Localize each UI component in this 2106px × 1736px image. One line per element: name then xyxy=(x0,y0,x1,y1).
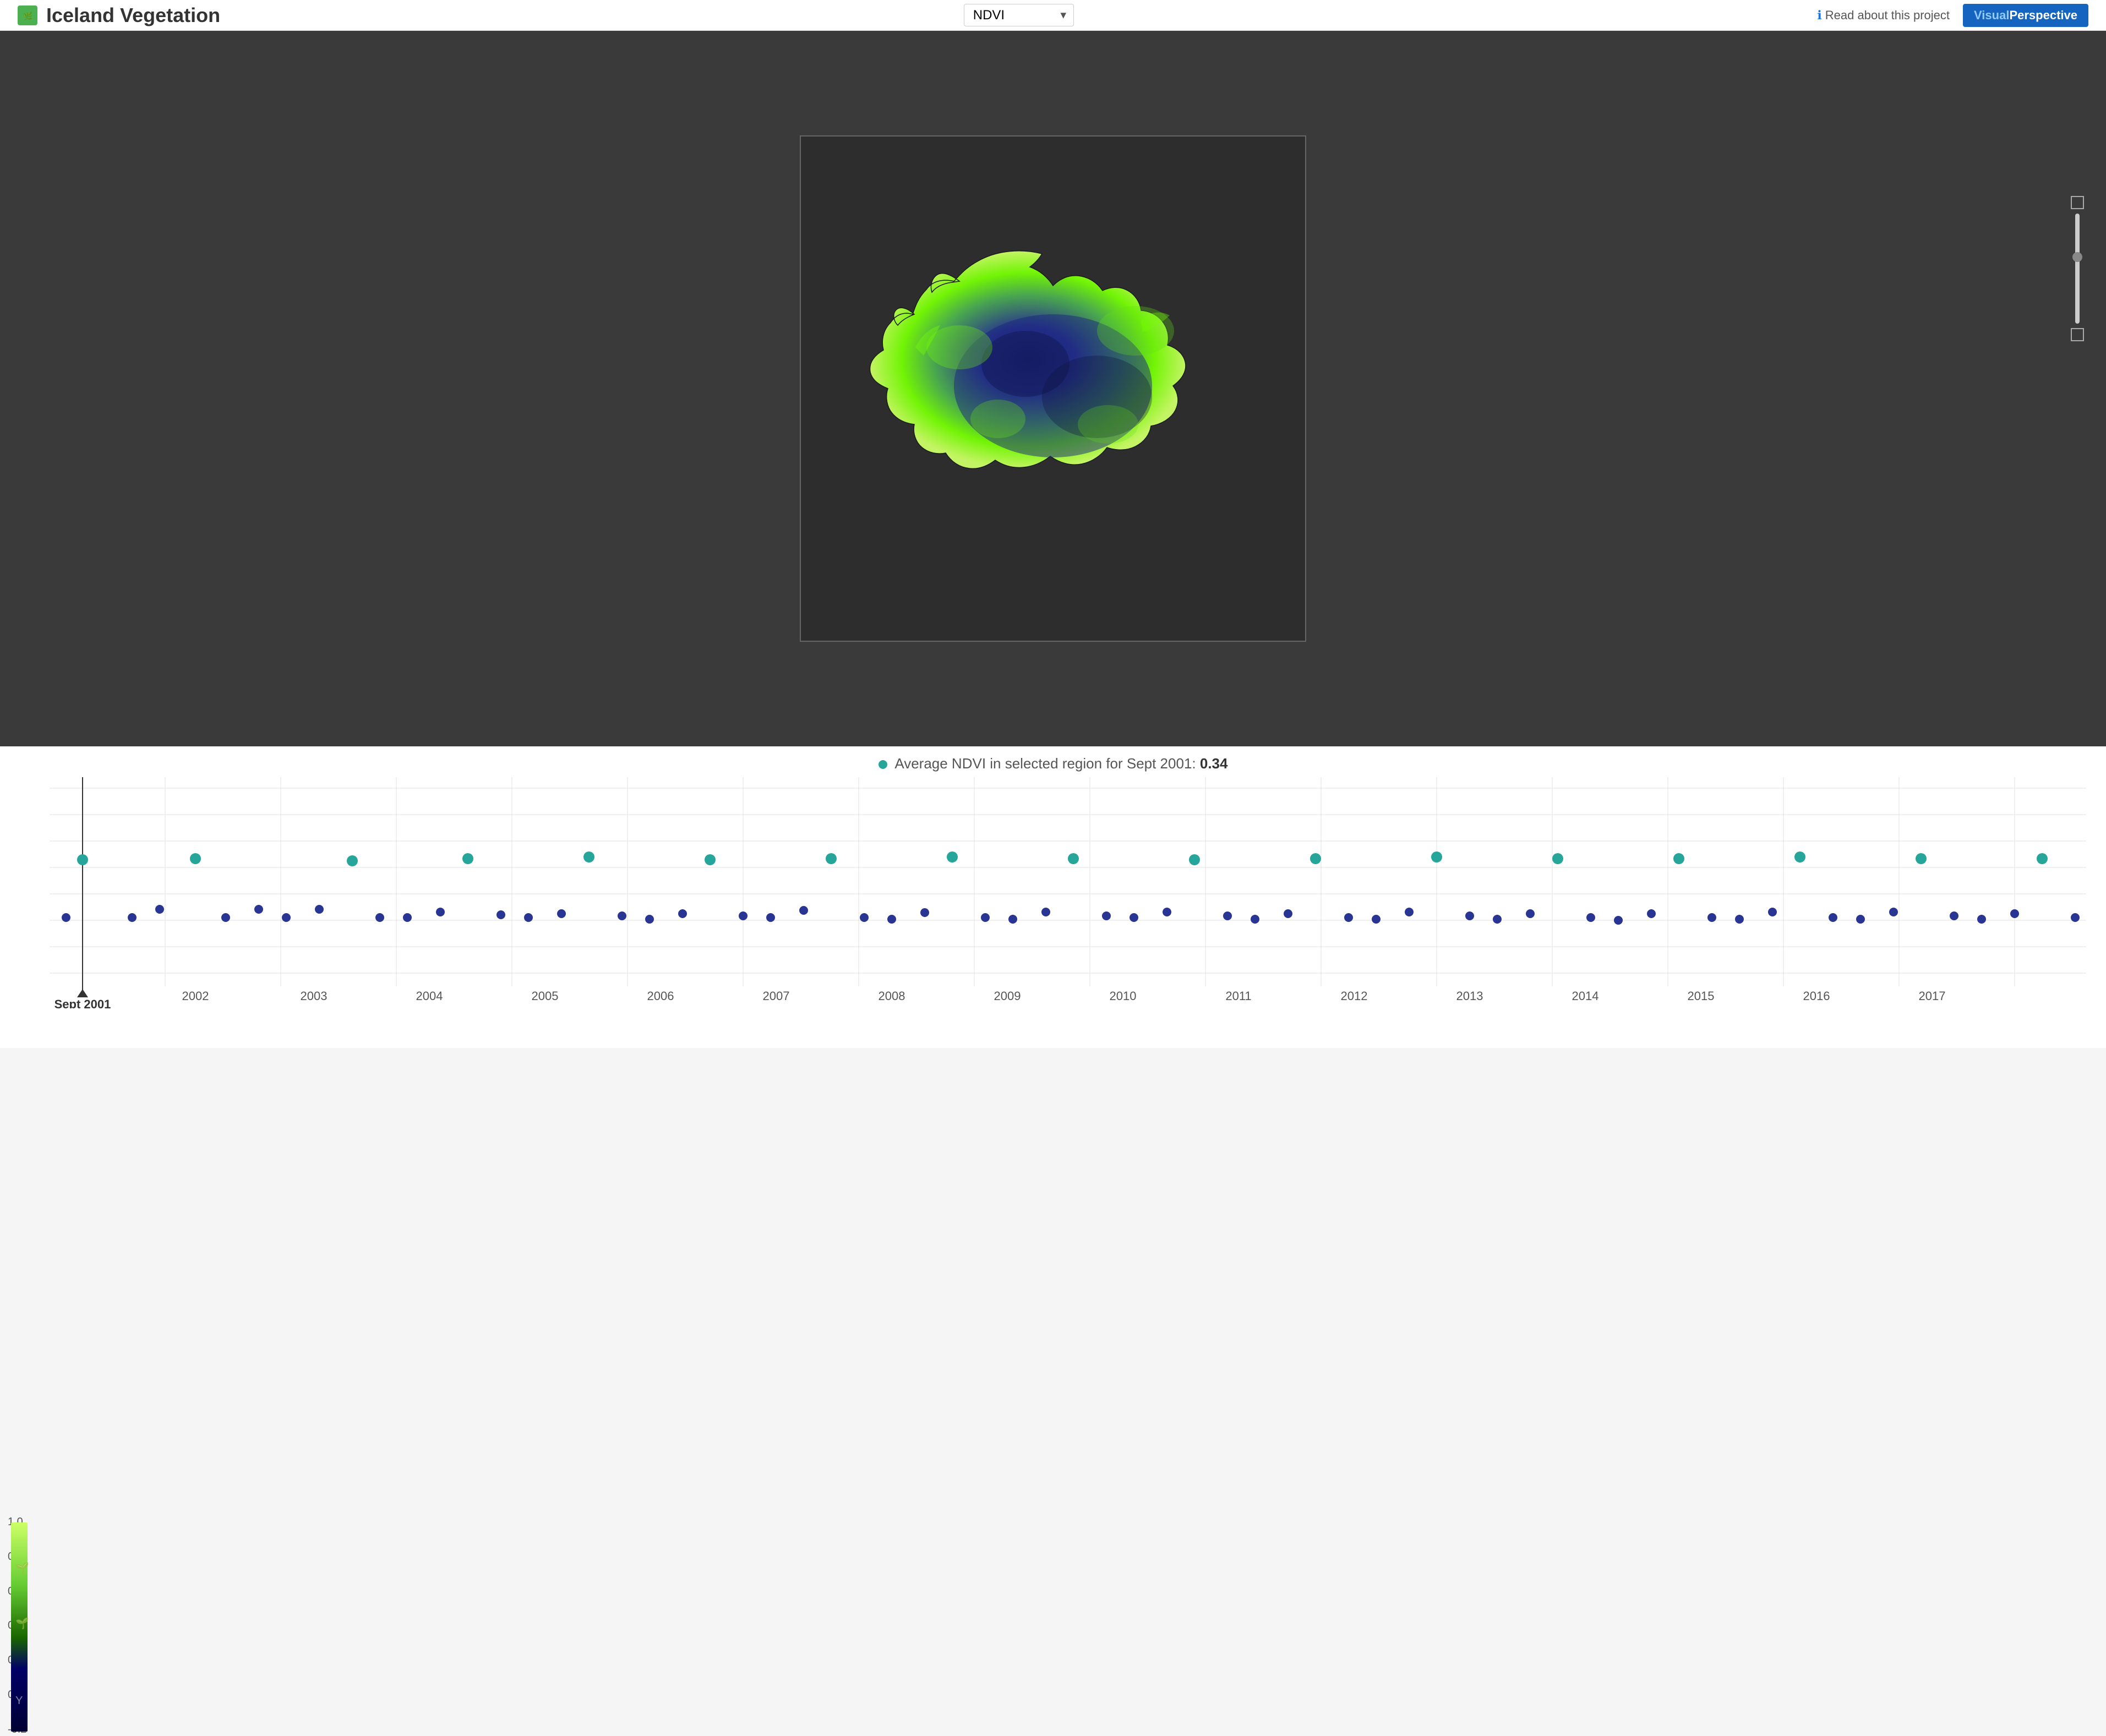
svg-text:2004: 2004 xyxy=(416,989,443,1003)
svg-text:2013: 2013 xyxy=(1456,989,1483,1003)
scroll-up-button[interactable] xyxy=(2071,196,2084,209)
scroll-thumb[interactable] xyxy=(2072,252,2082,262)
info-icon: ℹ xyxy=(1817,8,1821,23)
ndvi-dropdown[interactable]: NDVI xyxy=(964,4,1074,26)
app-icon: 🌿 xyxy=(18,6,37,25)
iceland-svg[interactable] xyxy=(833,196,1273,581)
svg-text:2008: 2008 xyxy=(879,989,905,1003)
ndvi-dot xyxy=(879,760,887,769)
svg-text:🌱: 🌱 xyxy=(15,1562,29,1575)
app-header: 🌿 Iceland Vegetation NDVI ▼ ℹ Read about… xyxy=(0,0,2106,31)
chart-area: Average NDVI in selected region for Sept… xyxy=(0,746,2106,1048)
map-frame[interactable] xyxy=(800,135,1306,642)
color-bar: 🌱 🌱 Y xyxy=(6,1522,33,1732)
brand-visual: Visual xyxy=(1974,8,2009,22)
svg-text:2007: 2007 xyxy=(763,989,790,1003)
svg-text:Sept 2001: Sept 2001 xyxy=(54,997,111,1008)
svg-text:2002: 2002 xyxy=(182,989,209,1003)
color-bar-svg: 🌱 🌱 Y xyxy=(6,1522,33,1732)
svg-text:2017: 2017 xyxy=(1919,989,1946,1003)
map-area xyxy=(0,31,2106,746)
scroll-track xyxy=(2075,214,2080,324)
svg-text:2010: 2010 xyxy=(1110,989,1137,1003)
read-about-link[interactable]: ℹ Read about this project xyxy=(1817,8,1950,23)
svg-text:🌱: 🌱 xyxy=(15,1617,29,1630)
chart-subtitle: Average NDVI in selected region for Sept… xyxy=(0,746,2106,777)
scrollbar xyxy=(2071,196,2084,341)
chart-svg: 2002 2003 2004 2005 2006 2007 2008 2009 … xyxy=(50,777,2086,1008)
header-center: NDVI ▼ xyxy=(964,4,1074,26)
svg-text:2014: 2014 xyxy=(1572,989,1599,1003)
chart-subtitle-prefix: Average NDVI in selected region for Sept… xyxy=(894,755,1200,772)
svg-text:2009: 2009 xyxy=(994,989,1021,1003)
header-left: 🌿 Iceland Vegetation xyxy=(18,4,220,27)
header-right: ℹ Read about this project VisualPerspect… xyxy=(1817,4,2088,27)
svg-text:2006: 2006 xyxy=(647,989,674,1003)
app-title: Iceland Vegetation xyxy=(46,4,220,27)
chart-subtitle-value: 0.34 xyxy=(1200,755,1228,772)
svg-text:🌿: 🌿 xyxy=(23,12,32,21)
svg-text:Y: Y xyxy=(15,1695,23,1707)
svg-text:2005: 2005 xyxy=(532,989,559,1003)
svg-text:2011: 2011 xyxy=(1225,989,1251,1003)
chart-plot[interactable]: 2002 2003 2004 2005 2006 2007 2008 2009 … xyxy=(50,777,2086,1008)
brand-perspective: Perspective xyxy=(2009,8,2077,22)
data-point[interactable] xyxy=(62,913,70,922)
brand-button[interactable]: VisualPerspective xyxy=(1963,4,2088,27)
svg-text:2003: 2003 xyxy=(301,989,328,1003)
read-about-text: Read about this project xyxy=(1825,8,1950,23)
svg-text:2016: 2016 xyxy=(1803,989,1830,1003)
svg-text:2015: 2015 xyxy=(1688,989,1715,1003)
data-point[interactable] xyxy=(77,854,88,865)
ndvi-dropdown-wrapper[interactable]: NDVI ▼ xyxy=(964,4,1074,26)
svg-text:2012: 2012 xyxy=(1341,989,1368,1003)
scroll-down-button[interactable] xyxy=(2071,328,2084,341)
